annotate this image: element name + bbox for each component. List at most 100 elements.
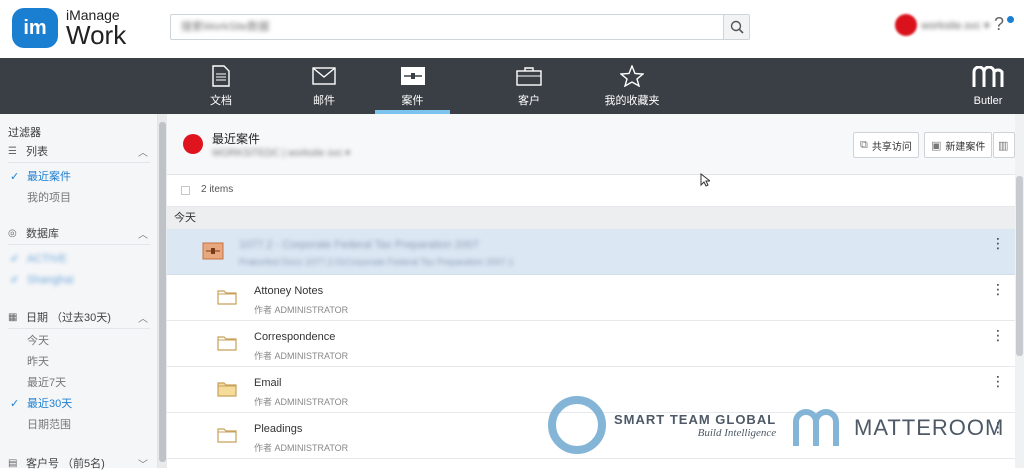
row-title: Pleadings [254,423,303,435]
section-label: 日期 （过去30天) [26,312,111,324]
row-subtitle: 作者 ADMINISTRATOR [254,305,349,315]
folder-icon [217,428,237,443]
help-icon[interactable]: ? [994,14,1004,35]
tab-email[interactable]: 邮件 [293,58,355,114]
button-label: 新建案件 [945,141,986,153]
chevron-down-icon[interactable]: ﹀ [138,456,148,471]
watermark-text: SMART TEAM GLOBAL [614,411,777,427]
filter-title: 过滤器 [8,127,41,139]
item-label: 日期范围 [27,419,71,431]
user-menu[interactable]: worksite.svc ▾ [895,14,989,36]
filter-date-range[interactable]: 日期范围 [8,415,150,436]
share-access-button[interactable]: ⧉ 共享访问 [853,132,919,158]
list-toolbar: 2 items [167,175,1015,207]
matteroom-watermark: MATTEROOM [792,408,1004,448]
filter-db-active[interactable]: ✓ ACTIVE [8,249,150,270]
filter-date-7days[interactable]: 最近7天 [8,373,150,394]
check-icon: ✓ [10,274,20,286]
filter-sidebar: 过滤器 ☰ 列表 ︿ ✓ 最近案件 我的项目 ◎ 数据库 ︿ ✓ ACTIVE ✓ S… [0,114,158,471]
matter-icon [400,67,425,85]
new-matter-button[interactable]: ▣ 新建案件 [924,132,993,158]
tab-clients[interactable]: 客户 [498,58,560,114]
briefcase-icon [516,67,542,86]
row-title: 1077.2 - Corporate Federal Tax Preparati… [239,239,480,251]
check-icon: ✓ [10,171,20,183]
filter-my-projects[interactable]: 我的项目 [8,188,150,209]
tab-documents[interactable]: 文档 [190,58,252,114]
filter-date-30days[interactable]: ✓ 最近30天 [8,394,150,415]
row-title: Attoney Notes [254,285,324,297]
sidebar-scrollbar[interactable] [158,114,167,468]
page-subtitle[interactable]: WORKSITEDC | worksite svc ▾ [212,148,350,159]
filter-database-header[interactable]: ◎ 数据库 ︿ [8,224,150,242]
filter-db-shanghai[interactable]: ✓ Shanghai [8,270,150,291]
row-subtitle: 作者 ADMINISTRATOR [254,443,349,453]
panel-toggle-button[interactable]: ▥ [993,132,1015,158]
watermark-tagline: Build Intelligence [697,426,777,439]
butler-button[interactable]: Butler [972,65,1004,107]
calendar-icon: ▦ [8,311,18,323]
check-icon: ✓ [10,398,20,410]
search-button[interactable] [723,15,749,39]
tab-matters[interactable]: 案件 [375,58,450,114]
client-logo [183,134,203,154]
top-header: im iManage Work worksite.svc ▾ ? [0,0,1024,58]
row-subtitle: 作者 ADMINISTRATOR [254,351,349,361]
search-box [170,14,750,40]
more-options-icon[interactable]: ⋮ [991,282,1005,296]
smart-team-global-watermark: SMART TEAM GLOBAL Build Intelligence [548,396,776,454]
tab-favorites[interactable]: 我的收藏夹 [598,58,666,114]
butler-icon [972,65,1004,87]
divider [8,328,150,329]
items-count: 2 items [201,184,234,195]
scrollbar-thumb[interactable] [159,122,166,462]
row-subtitle: Prakorfesl Docs 1077.2.01Corporate Feder… [239,257,514,267]
main-header: 最近案件 WORKSITEDC | worksite svc ▾ ⧉ 共享访问 ▣… [167,114,1015,174]
panel-icon: ▥ [998,139,1009,152]
divider [8,162,150,163]
filter-list-section: ☰ 列表 ︿ ✓ 最近案件 我的项目 [8,142,150,209]
table-row[interactable]: Correspondence 作者 ADMINISTRATOR ⋮ [167,321,1015,367]
divider [8,244,150,245]
filter-date-header[interactable]: ▦ 日期 （过去30天) ︿ [8,308,150,326]
matter-icon [202,242,224,260]
table-row[interactable]: Attoney Notes 作者 ADMINISTRATOR ⋮ [167,275,1015,321]
select-all-checkbox[interactable] [181,186,190,195]
check-icon: ✓ [10,253,20,265]
filter-date-section: ▦ 日期 （过去30天) ︿ 今天 昨天 最近7天 ✓ 最近30天 日期范围 [8,308,150,436]
group-header-today: 今天 [167,207,1015,229]
filter-date-yesterday[interactable]: 昨天 [8,352,150,373]
scrollbar-thumb[interactable] [1016,176,1023,356]
search-icon [730,20,744,34]
user-name: worksite.svc ▾ [921,19,990,32]
chevron-up-icon[interactable]: ︿ [138,310,148,325]
button-label: 共享访问 [871,141,912,153]
main-nav: 文档 邮件 案件 客户 我的收藏夹 [0,58,1024,114]
more-options-icon[interactable]: ⋮ [991,328,1005,342]
search-input[interactable] [171,15,723,39]
section-label: 数据库 [26,228,59,240]
filter-recent-matters[interactable]: ✓ 最近案件 [8,167,150,188]
mail-icon [312,67,336,85]
tab-label: 案件 [401,95,424,107]
list-icon: ☰ [8,145,17,157]
table-row[interactable]: 1077.2 - Corporate Federal Tax Preparati… [167,229,1015,275]
filter-client-header[interactable]: ▤ 客户号 （前5名) ﹀ [8,454,150,472]
more-options-icon[interactable]: ⋮ [991,374,1005,388]
imanage-logo[interactable]: im iManage Work [12,8,126,48]
item-label: 最近30天 [27,398,73,410]
item-label: 昨天 [27,356,49,368]
content-scrollbar[interactable] [1015,114,1024,468]
tab-label: 客户 [518,95,540,107]
more-options-icon[interactable]: ⋮ [991,236,1005,250]
tab-label: 邮件 [313,95,335,107]
filter-client-section: ▤ 客户号 （前5名) ﹀ [8,454,150,472]
filter-list-header[interactable]: ☰ 列表 ︿ [8,142,150,160]
folder-icon [217,290,237,305]
item-label: 今天 [27,335,49,347]
logo-product: Work [66,20,127,50]
chevron-up-icon[interactable]: ︿ [138,226,148,241]
chevron-up-icon[interactable]: ︿ [138,144,148,159]
filter-date-today[interactable]: 今天 [8,331,150,352]
watermark-text: MATTEROOM [854,415,1005,440]
